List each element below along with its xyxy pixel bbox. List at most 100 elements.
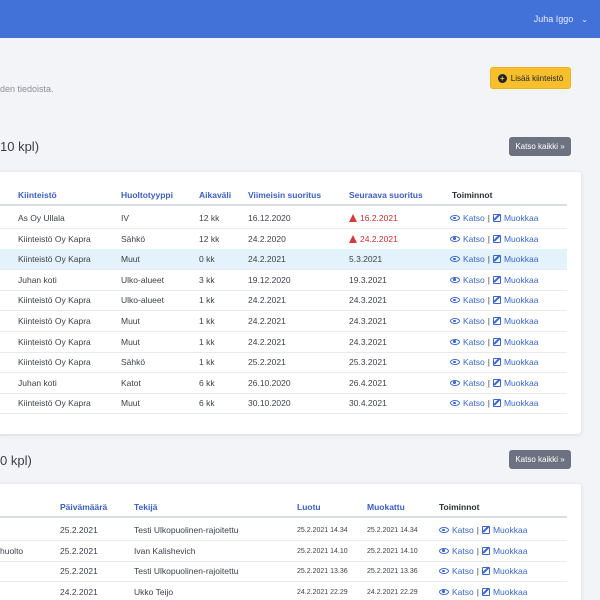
edit-link[interactable]: Muokkaa [504, 234, 539, 244]
separator: | [487, 398, 490, 409]
view-link[interactable]: Katso [463, 316, 485, 326]
eye-icon[interactable] [450, 338, 460, 345]
edit-icon[interactable] [481, 526, 490, 534]
cell-next: 26.4.2021 [349, 373, 387, 394]
col-created[interactable]: Luotu [297, 497, 321, 518]
edit-icon[interactable] [492, 399, 501, 408]
upcoming-view-all-button[interactable]: Katso kaikki » [509, 137, 571, 156]
edit-link[interactable]: Muokkaa [504, 337, 539, 347]
table-header: Päivämäärä Tekijä Luotu Muokattu Toiminn… [0, 497, 567, 518]
eye-icon[interactable] [439, 568, 449, 575]
view-link[interactable]: Katso [452, 587, 474, 597]
row-actions: Katso | Muokkaa [439, 582, 527, 600]
eye-icon[interactable] [450, 400, 460, 407]
view-link[interactable]: Katso [452, 566, 474, 576]
view-link[interactable]: Katso [452, 525, 474, 535]
view-link[interactable]: Katso [463, 295, 485, 305]
edit-icon[interactable] [492, 358, 501, 367]
table-row: Kiinteistö Oy Kapra Sähkö 1 kk 25.2.2021 25.… [0, 352, 567, 374]
eye-icon[interactable] [450, 256, 460, 263]
cell-property: Kiinteistö Oy Kapra [18, 316, 91, 326]
cell-type: Katot [121, 377, 141, 388]
edit-link[interactable]: Muokkaa [493, 587, 528, 597]
edit-link[interactable]: Muokkaa [504, 398, 539, 408]
edit-link[interactable]: Muokkaa [493, 566, 528, 576]
edit-icon[interactable] [492, 378, 501, 387]
user-name[interactable]: Juha Iggo [534, 14, 574, 24]
edit-link[interactable]: Muokkaa [493, 546, 528, 556]
edit-icon[interactable] [481, 587, 490, 596]
col-last[interactable]: Viimeisin suoritus [248, 185, 321, 206]
col-author[interactable]: Tekijä [134, 497, 157, 518]
edit-link[interactable]: Muokkaa [504, 295, 539, 305]
eye-icon[interactable] [450, 215, 460, 221]
edit-link[interactable]: Muokkaa [504, 378, 539, 388]
eye-icon[interactable] [450, 379, 460, 386]
recent-view-all-button[interactable]: Katso kaikki » [509, 450, 571, 469]
user-menu[interactable]: Juha Iggo ⌄ [534, 14, 588, 24]
edit-link[interactable]: Muokkaa [504, 213, 539, 223]
cell-author: Testi Ulkopuolinen-rajoitettu [134, 566, 239, 577]
cell-interval: 6 kk [199, 377, 215, 388]
view-link[interactable]: Katso [452, 546, 474, 556]
edit-icon[interactable] [492, 317, 501, 325]
edit-link[interactable]: Muokkaa [504, 254, 539, 264]
edit-link[interactable]: Muokkaa [504, 275, 539, 285]
edit-icon[interactable] [492, 255, 501, 264]
edit-icon[interactable] [492, 337, 501, 346]
cell-type: Ulko-alueet [121, 295, 164, 306]
eye-icon[interactable] [450, 359, 460, 366]
cell-last: 25.2.2021 [248, 357, 286, 368]
eye-icon[interactable] [439, 527, 449, 533]
edit-icon[interactable] [481, 546, 490, 555]
upcoming-maintenance-card: Kiinteistö Huoltotyyppi Aikaväli Viimeis… [0, 172, 581, 434]
separator: | [487, 377, 490, 388]
warning-icon [349, 234, 357, 243]
eye-icon[interactable] [450, 297, 460, 304]
edit-icon[interactable] [481, 567, 490, 576]
chevron-down-icon[interactable]: ⌄ [581, 15, 588, 24]
edit-icon[interactable] [492, 234, 501, 243]
separator: | [487, 357, 490, 368]
view-link[interactable]: Katso [463, 378, 485, 388]
view-link[interactable]: Katso [463, 275, 485, 285]
eye-icon[interactable] [450, 318, 460, 324]
view-link[interactable]: Katso [463, 398, 485, 408]
edit-icon[interactable] [492, 275, 501, 284]
table-row: Kiinteistö Oy Kapra Ulko-alueet 1 kk 24.2.2… [0, 290, 567, 312]
table-row: 25.2.2021 Testi Ulkopuolinen-rajoitettu 25… [0, 561, 567, 583]
cell-next: 24.3.2021 [349, 332, 387, 353]
edit-icon[interactable] [492, 296, 501, 305]
add-property-button[interactable]: + Lisää kiinteistö [490, 67, 571, 89]
col-property[interactable]: Kiinteistö [18, 185, 57, 206]
edit-icon[interactable] [492, 214, 501, 222]
eye-icon[interactable] [450, 276, 460, 283]
col-type[interactable]: Huoltotyyppi [121, 185, 173, 206]
col-date[interactable]: Päivämäärä [60, 497, 107, 518]
cell-date: 25.2.2021 [60, 545, 98, 556]
separator: | [487, 213, 490, 223]
view-link[interactable]: Katso [463, 213, 485, 223]
row-actions: Katso | Muokkaa [450, 311, 538, 332]
cell-author: Testi Ulkopuolinen-rajoitettu [134, 525, 239, 535]
view-link[interactable]: Katso [463, 234, 485, 244]
view-link[interactable]: Katso [463, 337, 485, 347]
col-interval[interactable]: Aikaväli [199, 185, 231, 206]
edit-link[interactable]: Muokkaa [504, 357, 539, 367]
eye-icon[interactable] [450, 235, 460, 242]
col-modified[interactable]: Muokattu [367, 497, 405, 518]
col-next[interactable]: Seuraava suoritus [349, 185, 423, 206]
eye-icon[interactable] [439, 588, 449, 595]
view-link[interactable]: Katso [463, 357, 485, 367]
cell-interval: 1 kk [199, 336, 215, 347]
cell-type: Ulko-alueet [121, 274, 164, 285]
view-link[interactable]: Katso [463, 254, 485, 264]
edit-link[interactable]: Muokkaa [504, 316, 539, 326]
edit-link[interactable]: Muokkaa [493, 525, 528, 535]
eye-icon[interactable] [439, 547, 449, 554]
row-actions: Katso | Muokkaa [439, 520, 527, 541]
row-actions: Katso | Muokkaa [450, 270, 538, 291]
cell-property: Juhan koti [18, 377, 57, 388]
cell-type: Sähkö [121, 233, 146, 244]
cell-property: Kiinteistö Oy Kapra [18, 336, 91, 347]
